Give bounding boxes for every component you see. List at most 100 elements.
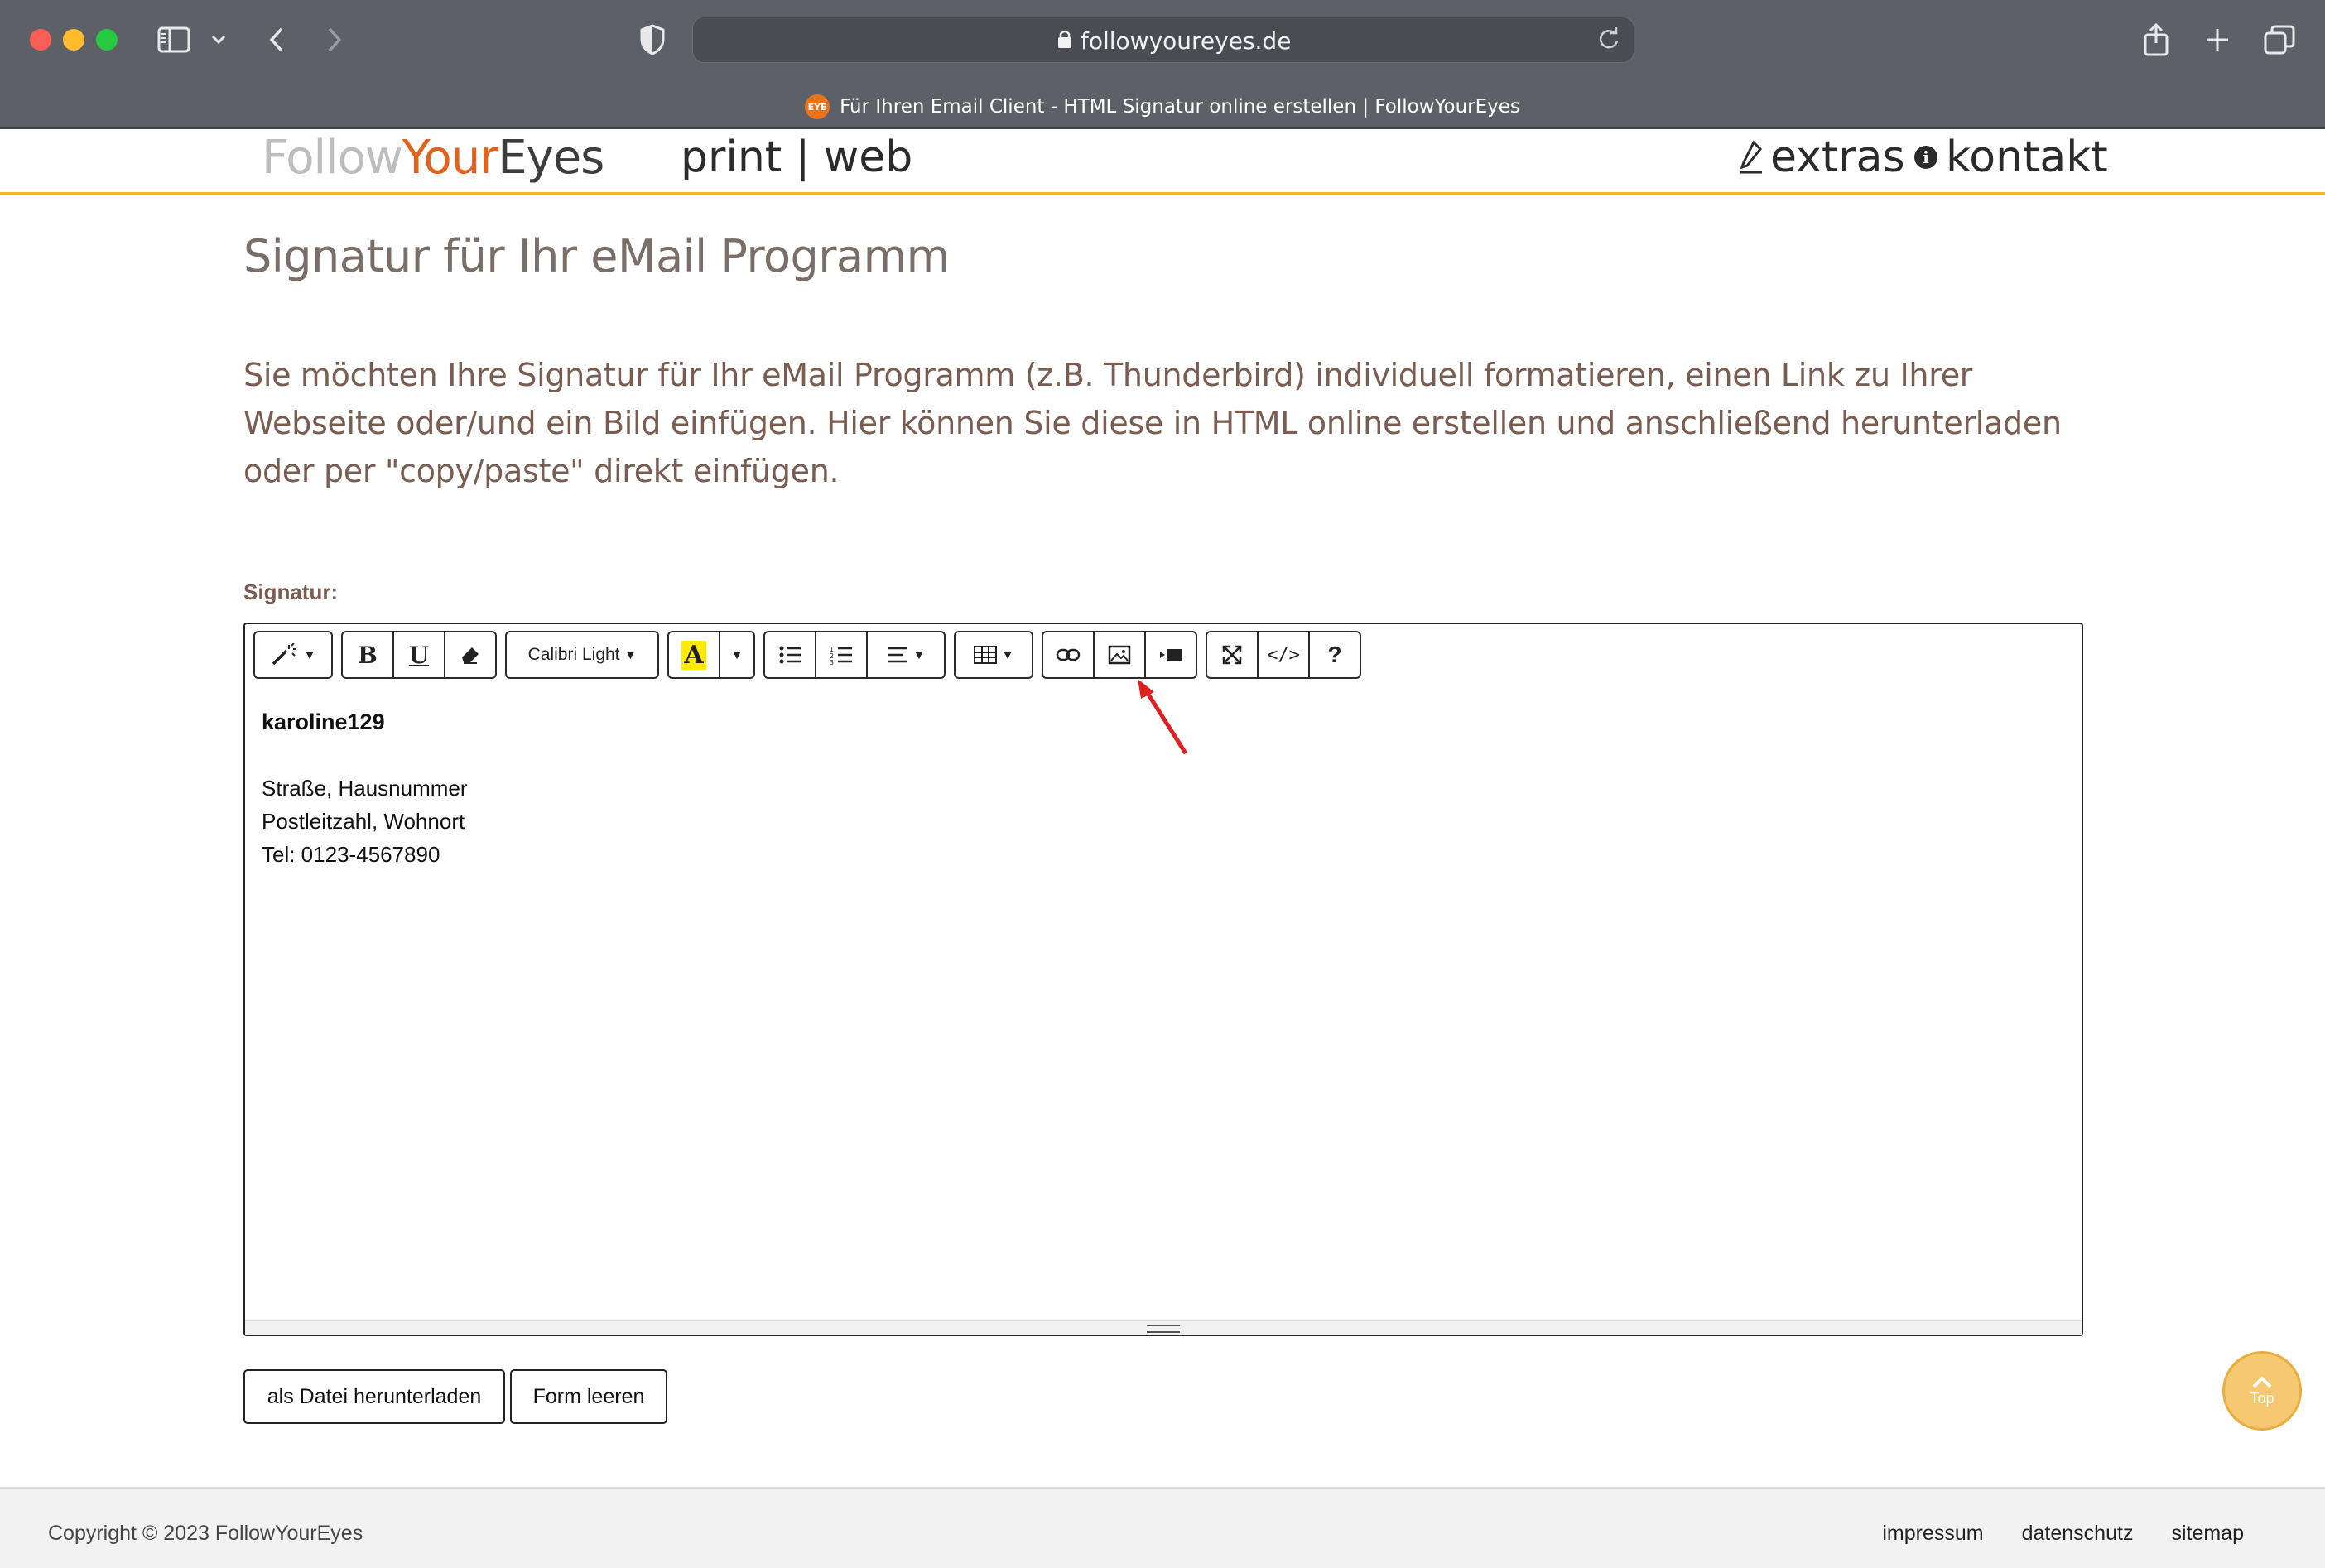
lock-icon <box>1058 30 1071 48</box>
new-tab-icon[interactable] <box>2201 23 2234 56</box>
align-left-icon <box>888 647 908 663</box>
link-icon <box>1056 648 1081 661</box>
chevron-down-icon: ▼ <box>913 648 925 661</box>
signature-line-street: Straße, Hausnummer <box>262 776 468 801</box>
signature-line-phone: Tel: 0123-4567890 <box>262 842 440 867</box>
footer-link-sitemap[interactable]: sitemap <box>2171 1522 2244 1546</box>
tab-overview-icon[interactable] <box>2262 23 2297 56</box>
bullet-list-button[interactable] <box>763 631 816 679</box>
chevron-down-icon: ▼ <box>624 648 637 661</box>
bullet-list-icon <box>779 646 801 664</box>
address-bar[interactable]: followyoureyes.de <box>692 17 1634 63</box>
style-group: ▼ <box>253 631 333 681</box>
image-icon <box>1108 645 1131 665</box>
chevron-down-icon: ▼ <box>731 648 743 661</box>
video-icon <box>1160 649 1182 661</box>
favicon-icon: EYE <box>805 94 830 119</box>
footer-link-impressum[interactable]: impressum <box>1882 1522 1983 1546</box>
url-text: followyoureyes.de <box>1081 27 1292 55</box>
insert-group <box>1042 631 1197 681</box>
code-view-button[interactable]: </> <box>1257 631 1310 679</box>
paragraph-align-button[interactable]: ▼ <box>866 631 946 679</box>
editor-content[interactable]: karoline129 Straße, Hausnummer Postleitz… <box>262 705 468 871</box>
sidebar-toggle-icon[interactable] <box>157 25 190 55</box>
footer-link-datenschutz[interactable]: datenschutz <box>2022 1522 2134 1546</box>
reload-icon[interactable] <box>1596 26 1622 52</box>
view-group: </> ? <box>1206 631 1361 681</box>
insert-link-button[interactable] <box>1042 631 1095 679</box>
tab-bar: EYE Für Ihren Email Client - HTML Signat… <box>0 86 2325 127</box>
zoom-window-button[interactable] <box>96 29 118 51</box>
editor-toolbar: ▼ B U Calibri Light ▼ A ▼ 1 2 3 ▼ ▼ </> … <box>253 631 1361 681</box>
logo-part-your: Your <box>402 131 499 185</box>
font-style-group: B U <box>341 631 497 681</box>
page-title: Signatur für Ihr eMail Programm <box>243 230 950 282</box>
nav-print-web[interactable]: print | web <box>681 132 912 182</box>
help-button[interactable]: ? <box>1308 631 1361 679</box>
site-logo[interactable]: FollowYourEyes <box>262 131 604 185</box>
copyright-text: Copyright © 2023 FollowYourEyes <box>48 1522 363 1545</box>
shield-icon[interactable] <box>636 22 669 58</box>
magic-wand-icon <box>272 643 297 666</box>
font-name-group: Calibri Light ▼ <box>505 631 659 681</box>
color-group: A ▼ <box>667 631 755 681</box>
nav-extras-label: extras <box>1770 132 1905 182</box>
editor-resize-bar[interactable] <box>245 1320 2082 1335</box>
back-icon[interactable] <box>262 23 291 56</box>
browser-chrome: followyoureyes.de EYE Für Ihren Email Cl… <box>0 0 2325 129</box>
bold-icon: B <box>358 641 378 669</box>
text-color-button[interactable]: A <box>667 631 720 679</box>
svg-text:i: i <box>1923 147 1929 167</box>
color-dropdown-button[interactable]: ▼ <box>719 631 755 679</box>
tab-title: Für Ihren Email Client - HTML Signatur o… <box>840 96 1520 118</box>
site-footer: Copyright © 2023 FollowYourEyes impressu… <box>0 1487 2325 1568</box>
forward-icon[interactable] <box>320 23 349 56</box>
info-icon: i <box>1914 146 1937 169</box>
table-icon <box>974 646 998 664</box>
resize-grip-icon[interactable] <box>1147 1325 1180 1333</box>
help-icon: ? <box>1327 642 1342 667</box>
font-name-label: Calibri Light <box>527 645 620 664</box>
underline-button[interactable]: U <box>392 631 445 679</box>
chevron-up-icon <box>2252 1375 2272 1388</box>
signature-name: karoline129 <box>262 709 385 734</box>
intro-text: Sie möchten Ihre Signatur für Ihr eMail … <box>243 357 2062 489</box>
logo-part-follow: Follow <box>262 131 403 185</box>
numbered-list-button[interactable]: 123 <box>815 631 868 679</box>
nav-kontakt-label: kontakt <box>1946 132 2108 182</box>
table-group: ▼ <box>954 631 1033 681</box>
pen-icon <box>1740 140 1763 174</box>
code-icon: </> <box>1267 644 1300 666</box>
insert-video-button[interactable] <box>1144 631 1197 679</box>
annotation-arrow-icon <box>1138 679 1188 755</box>
style-button[interactable]: ▼ <box>253 631 333 679</box>
list-group: 123 ▼ <box>763 631 946 681</box>
numbered-list-icon: 123 <box>830 646 852 665</box>
signature-line-city: Postleitzahl, Wohnort <box>262 809 465 834</box>
logo-part-eyes: Eyes <box>498 131 604 185</box>
eraser-button[interactable] <box>444 631 497 679</box>
download-button[interactable]: als Datei herunterladen <box>243 1369 505 1424</box>
back-to-top-button[interactable]: Top <box>2222 1351 2302 1431</box>
site-header: FollowYourEyes print | web extras i kont… <box>0 129 2325 195</box>
font-name-dropdown[interactable]: Calibri Light ▼ <box>505 631 659 679</box>
close-window-button[interactable] <box>30 29 51 51</box>
footer-links: impressum datenschutz sitemap <box>1882 1522 2244 1546</box>
tab-active[interactable]: EYE Für Ihren Email Client - HTML Signat… <box>805 94 1520 119</box>
chevron-down-icon[interactable] <box>209 28 229 51</box>
bold-button[interactable]: B <box>341 631 394 679</box>
nav-kontakt[interactable]: i kontakt <box>1913 132 2108 182</box>
insert-image-button[interactable] <box>1093 631 1146 679</box>
table-button[interactable]: ▼ <box>954 631 1033 679</box>
underline-icon: U <box>408 641 430 669</box>
share-icon[interactable] <box>2140 22 2173 58</box>
eraser-icon <box>462 647 479 664</box>
nav-extras[interactable]: extras <box>1739 132 1905 182</box>
top-label: Top <box>2250 1389 2274 1407</box>
fullscreen-icon <box>1222 645 1242 665</box>
chevron-down-icon: ▼ <box>304 648 315 661</box>
fullscreen-button[interactable] <box>1206 631 1259 679</box>
text-color-icon: A <box>681 640 706 670</box>
clear-form-button[interactable]: Form leeren <box>510 1369 667 1424</box>
minimize-window-button[interactable] <box>63 29 84 51</box>
